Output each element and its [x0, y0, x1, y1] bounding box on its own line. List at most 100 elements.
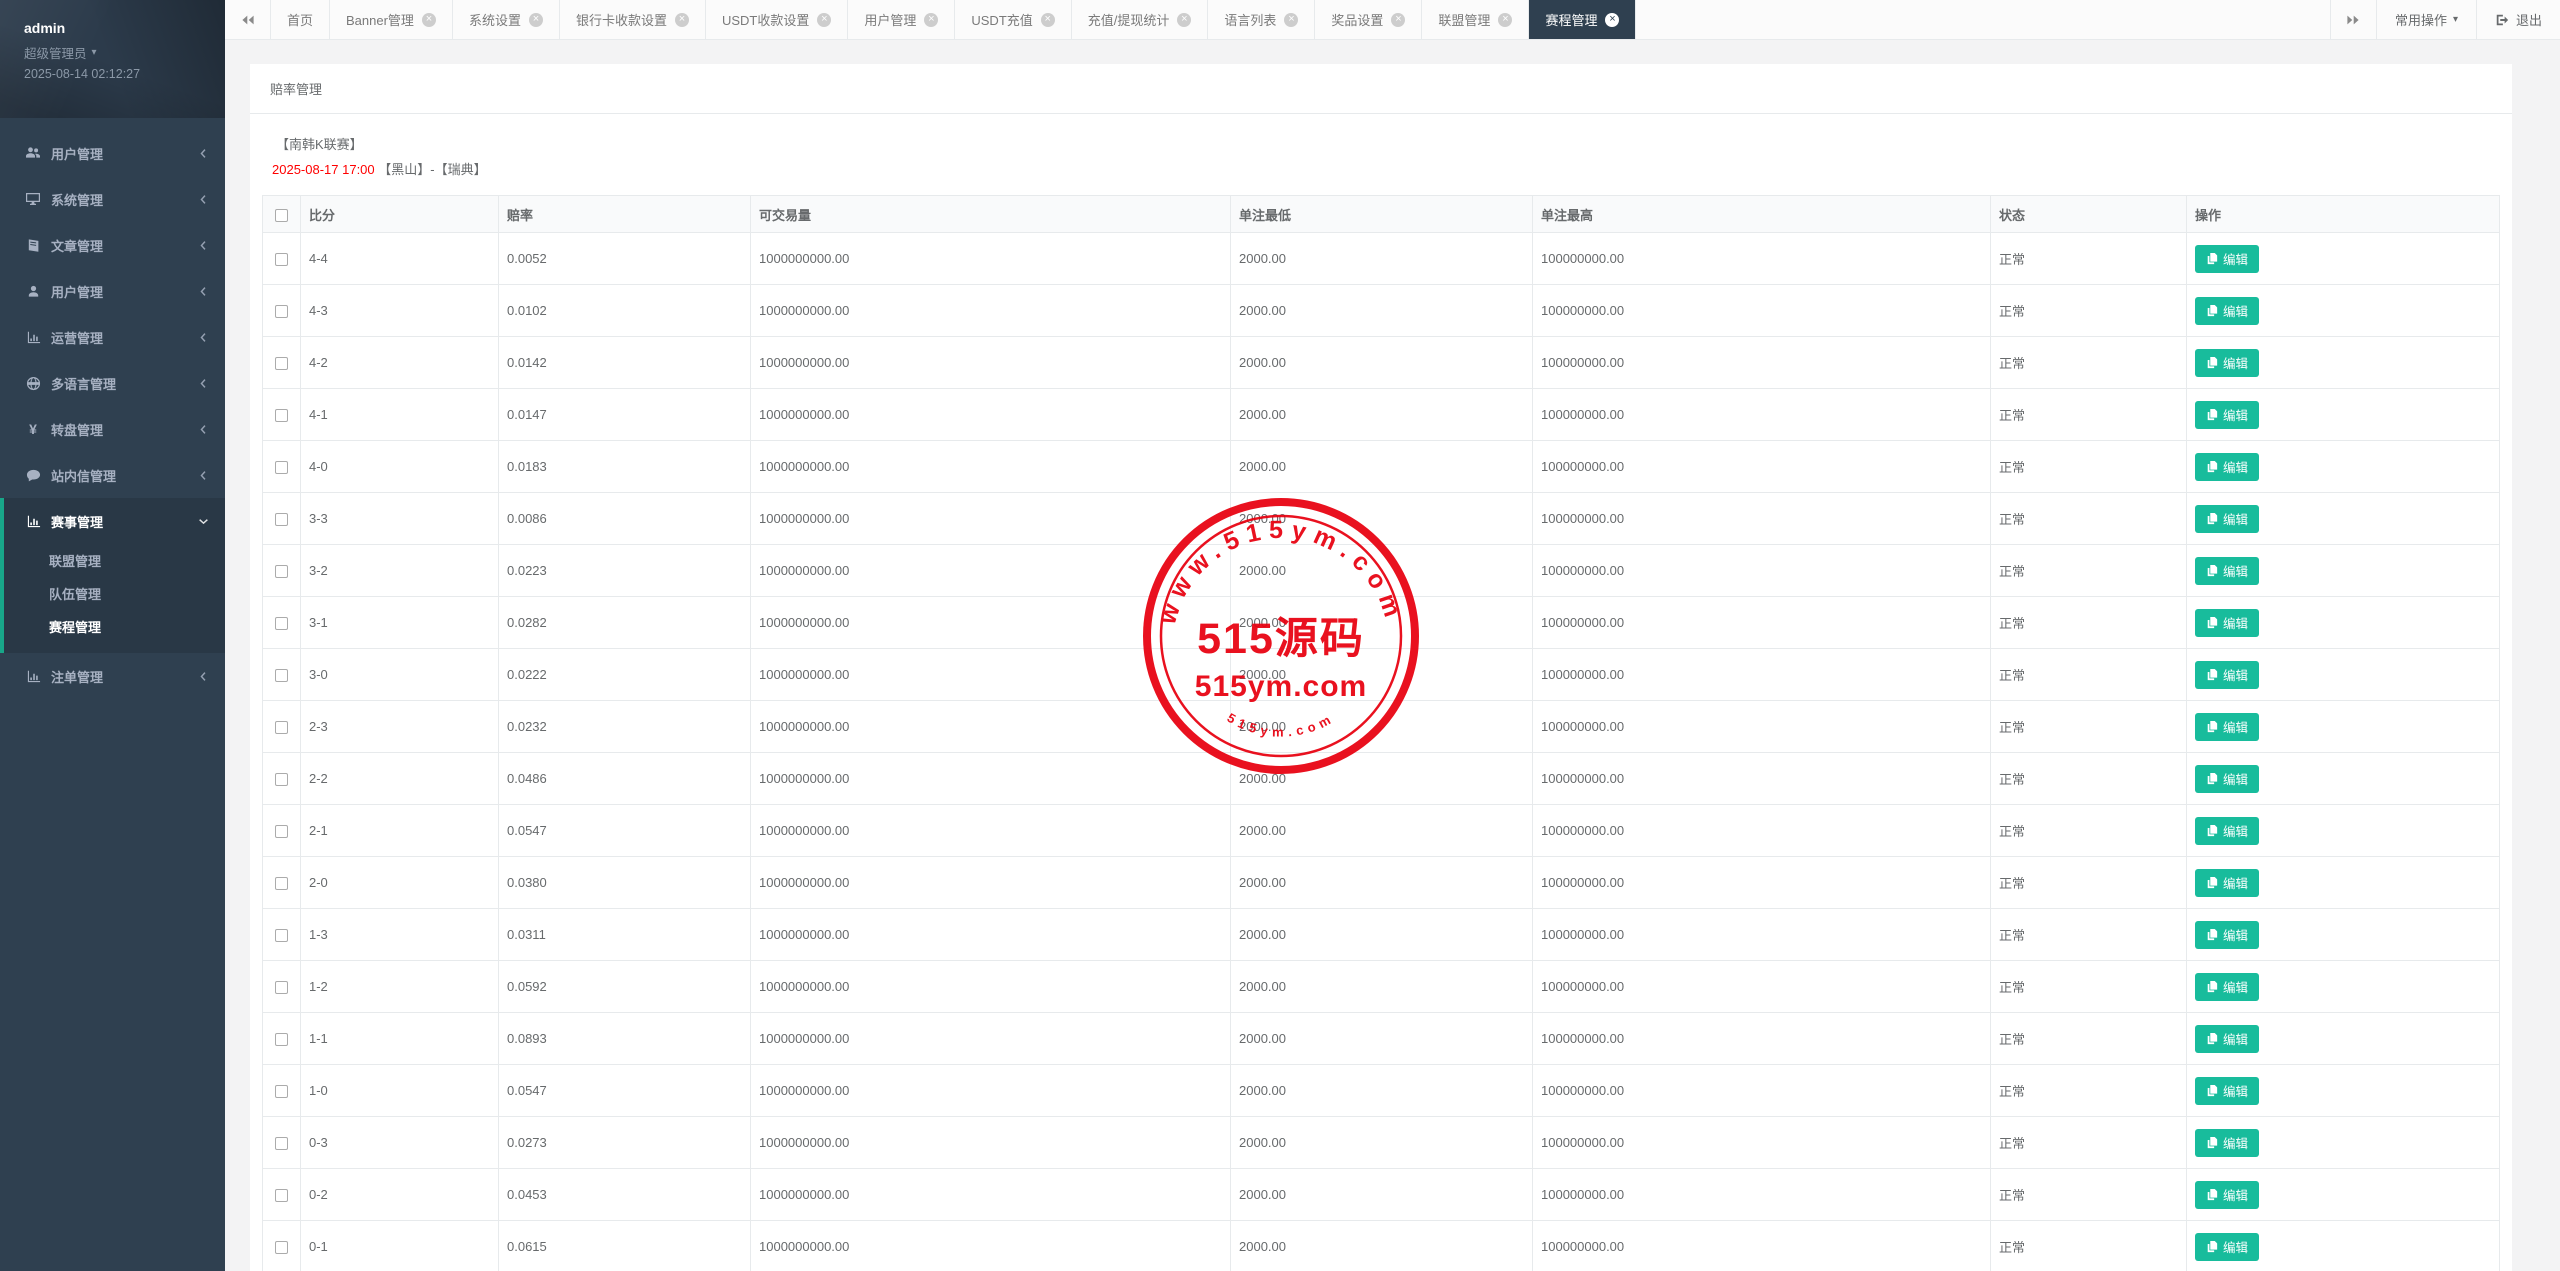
sidebar-item[interactable]: 赛事管理	[4, 498, 225, 544]
edit-button[interactable]: 编辑	[2195, 661, 2259, 689]
min-cell: 2000.00	[1231, 1117, 1533, 1169]
action-cell: 编辑	[2187, 233, 2500, 285]
logout-button[interactable]: 退出	[2476, 0, 2560, 39]
edit-button[interactable]: 编辑	[2195, 1077, 2259, 1105]
close-icon[interactable]: ×	[1041, 13, 1055, 27]
row-checkbox[interactable]	[275, 825, 288, 838]
close-icon[interactable]: ×	[817, 13, 831, 27]
tab[interactable]: 用户管理×	[848, 0, 955, 39]
tab[interactable]: 语言列表×	[1208, 0, 1315, 39]
row-checkbox[interactable]	[275, 565, 288, 578]
user-icon	[24, 284, 42, 299]
tab[interactable]: USDT收款设置×	[706, 0, 848, 39]
tab[interactable]: 赛程管理×	[1529, 0, 1636, 39]
row-checkbox[interactable]	[275, 1241, 288, 1254]
close-icon[interactable]: ×	[1284, 13, 1298, 27]
row-checkbox[interactable]	[275, 669, 288, 682]
edit-button[interactable]: 编辑	[2195, 1129, 2259, 1157]
edit-button[interactable]: 编辑	[2195, 973, 2259, 1001]
quick-actions-dropdown[interactable]: 常用操作 ▾	[2376, 0, 2476, 39]
min-cell: 2000.00	[1231, 1013, 1533, 1065]
caret-down-icon: ▾	[2453, 15, 2458, 25]
close-icon[interactable]: ×	[1605, 13, 1619, 27]
edit-button[interactable]: 编辑	[2195, 1181, 2259, 1209]
row-select-cell	[263, 1013, 301, 1065]
close-icon[interactable]: ×	[1177, 13, 1191, 27]
table-row: 3-1 0.0282 1000000000.00 2000.00 1000000…	[263, 597, 2500, 649]
edit-button[interactable]: 编辑	[2195, 453, 2259, 481]
action-cell: 编辑	[2187, 753, 2500, 805]
edit-button[interactable]: 编辑	[2195, 401, 2259, 429]
sidebar-item[interactable]: 多语言管理	[0, 360, 225, 406]
tab[interactable]: 充值/提现统计×	[1072, 0, 1209, 39]
tabs-scroll-left-button[interactable]	[225, 0, 271, 39]
edit-button[interactable]: 编辑	[2195, 505, 2259, 533]
tab[interactable]: 系统设置×	[453, 0, 560, 39]
edit-button[interactable]: 编辑	[2195, 349, 2259, 377]
row-checkbox[interactable]	[275, 929, 288, 942]
sidebar-item[interactable]: 运营管理	[0, 314, 225, 360]
sidebar-item[interactable]: 用户管理	[0, 130, 225, 176]
row-checkbox[interactable]	[275, 1189, 288, 1202]
close-icon[interactable]: ×	[422, 13, 436, 27]
row-checkbox[interactable]	[275, 773, 288, 786]
edit-button[interactable]: 编辑	[2195, 245, 2259, 273]
row-checkbox[interactable]	[275, 617, 288, 630]
tab[interactable]: 联盟管理×	[1422, 0, 1529, 39]
odds-cell: 0.0273	[499, 1117, 751, 1169]
row-checkbox[interactable]	[275, 253, 288, 266]
chevron-left-icon	[198, 194, 209, 205]
sidebar-item[interactable]: 系统管理	[0, 176, 225, 222]
sidebar-item[interactable]: 文章管理	[0, 222, 225, 268]
volume-cell: 1000000000.00	[751, 753, 1231, 805]
row-checkbox[interactable]	[275, 721, 288, 734]
row-checkbox[interactable]	[275, 877, 288, 890]
edit-button[interactable]: 编辑	[2195, 713, 2259, 741]
row-checkbox[interactable]	[275, 1085, 288, 1098]
tab[interactable]: 奖品设置×	[1315, 0, 1422, 39]
sidebar-item[interactable]: 注单管理	[0, 653, 225, 699]
close-icon[interactable]: ×	[1498, 13, 1512, 27]
tab[interactable]: Banner管理×	[330, 0, 453, 39]
profile-datetime: 2025-08-14 02:12:27	[24, 67, 201, 81]
edit-button[interactable]: 编辑	[2195, 765, 2259, 793]
row-checkbox[interactable]	[275, 461, 288, 474]
profile-role-dropdown[interactable]: 超级管理员 ▾	[24, 43, 201, 62]
row-checkbox[interactable]	[275, 409, 288, 422]
odds-cell: 0.0453	[499, 1169, 751, 1221]
sidebar-item[interactable]: 站内信管理	[0, 452, 225, 498]
row-checkbox[interactable]	[275, 513, 288, 526]
row-checkbox[interactable]	[275, 1033, 288, 1046]
copy-icon	[2206, 617, 2218, 629]
row-checkbox[interactable]	[275, 981, 288, 994]
row-checkbox[interactable]	[275, 357, 288, 370]
edit-button[interactable]: 编辑	[2195, 1025, 2259, 1053]
sidebar-item[interactable]: ¥转盘管理	[0, 406, 225, 452]
edit-button[interactable]: 编辑	[2195, 817, 2259, 845]
select-all-checkbox[interactable]	[275, 209, 288, 222]
close-icon[interactable]: ×	[529, 13, 543, 27]
tab[interactable]: 首页	[271, 0, 330, 39]
tab[interactable]: 银行卡收款设置×	[560, 0, 706, 39]
close-icon[interactable]: ×	[1391, 13, 1405, 27]
edit-button[interactable]: 编辑	[2195, 557, 2259, 585]
edit-button[interactable]: 编辑	[2195, 921, 2259, 949]
sidebar-item[interactable]: 用户管理	[0, 268, 225, 314]
sidebar-subitem[interactable]: 赛程管理	[4, 610, 225, 643]
row-checkbox[interactable]	[275, 1137, 288, 1150]
tab[interactable]: USDT充值×	[955, 0, 1071, 39]
tabs-scroll-right-button[interactable]	[2330, 0, 2376, 39]
edit-button[interactable]: 编辑	[2195, 1233, 2259, 1261]
sidebar-subitem[interactable]: 联盟管理	[4, 544, 225, 577]
close-icon[interactable]: ×	[675, 13, 689, 27]
close-icon[interactable]: ×	[924, 13, 938, 27]
table-row: 0-2 0.0453 1000000000.00 2000.00 1000000…	[263, 1169, 2500, 1221]
copy-icon	[2206, 981, 2218, 993]
min-cell: 2000.00	[1231, 701, 1533, 753]
row-checkbox[interactable]	[275, 305, 288, 318]
edit-button[interactable]: 编辑	[2195, 297, 2259, 325]
edit-button[interactable]: 编辑	[2195, 609, 2259, 637]
edit-button[interactable]: 编辑	[2195, 869, 2259, 897]
sidebar-subitem[interactable]: 队伍管理	[4, 577, 225, 610]
min-cell: 2000.00	[1231, 441, 1533, 493]
